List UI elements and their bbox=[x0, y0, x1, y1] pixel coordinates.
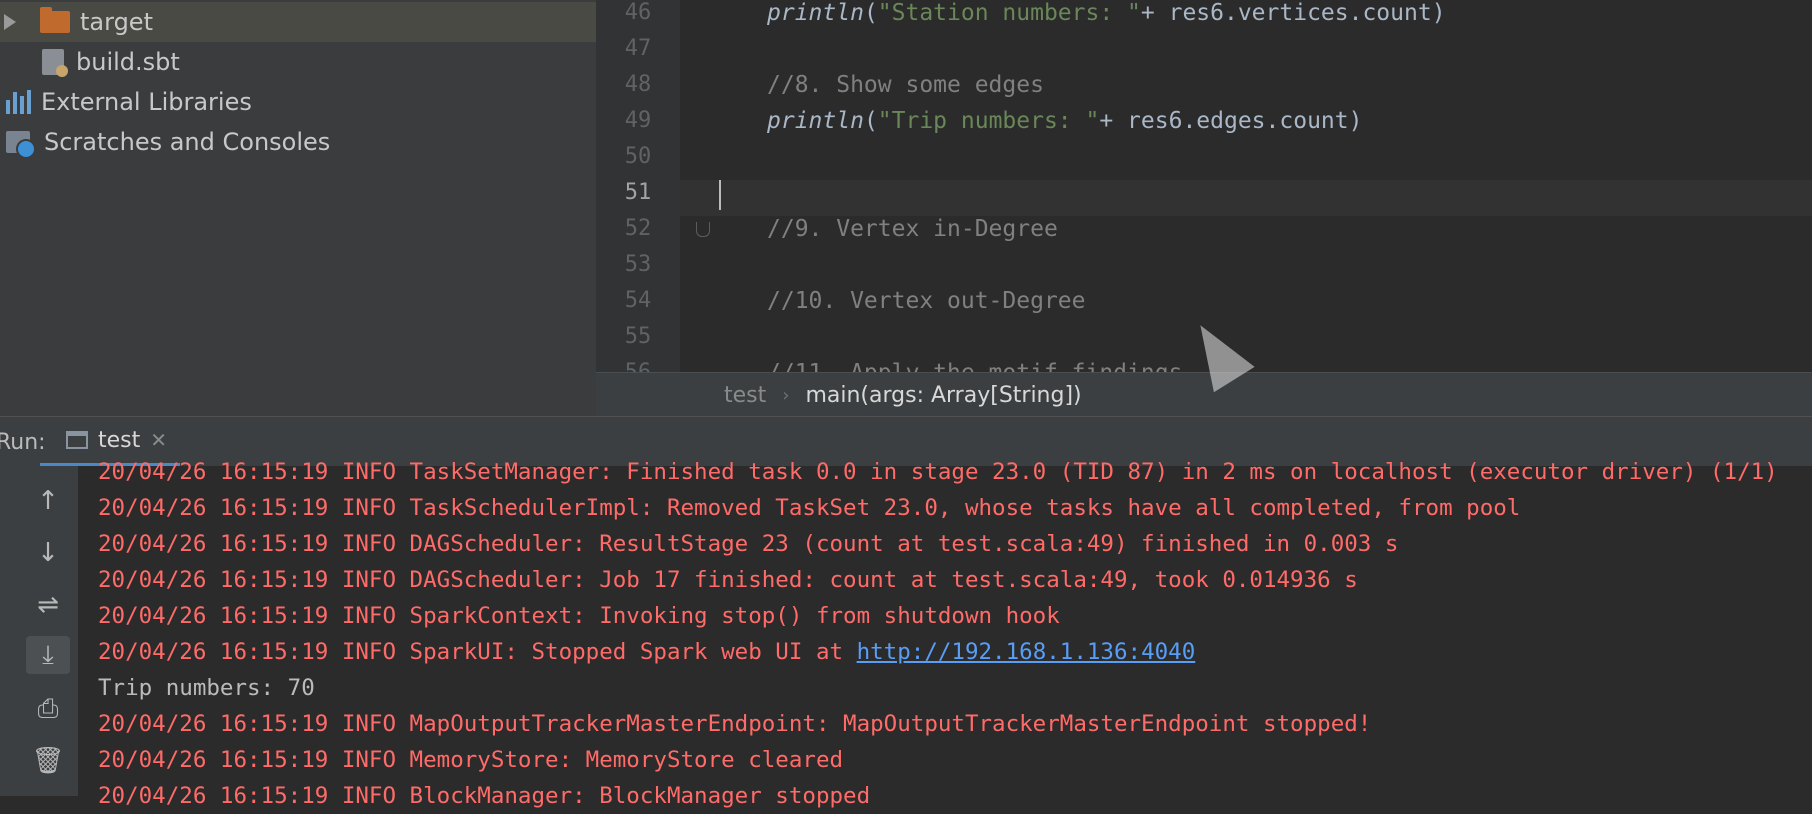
trash-icon[interactable]: 🗑 bbox=[26, 742, 70, 780]
editor-gutter: 4647484950515253545556 bbox=[596, 0, 710, 385]
text-caret bbox=[719, 180, 721, 210]
sbt-file-icon bbox=[42, 49, 68, 77]
code-line[interactable] bbox=[680, 36, 1812, 72]
close-icon[interactable]: ✕ bbox=[150, 428, 167, 452]
console-line: 20/04/26 16:15:19 INFO MapOutputTrackerM… bbox=[98, 706, 1812, 742]
code-editor[interactable]: 4647484950515253545556 println("Station … bbox=[596, 0, 1812, 386]
console-line: Trip numbers: 70 bbox=[98, 670, 1812, 706]
console-text: 20/04/26 16:15:19 INFO DAGScheduler: Job… bbox=[98, 567, 1358, 593]
console-text: 20/04/26 16:15:19 INFO TaskSchedulerImpl… bbox=[98, 495, 1521, 521]
project-tree-panel: target build.sbt External Libraries Scra… bbox=[0, 0, 596, 416]
line-number: 50 bbox=[624, 144, 652, 169]
up-arrow-icon[interactable]: ↑ bbox=[26, 482, 70, 520]
console-text: 20/04/26 16:15:19 INFO MapOutputTrackerM… bbox=[98, 711, 1372, 737]
console-line: 20/04/26 16:15:19 INFO MemoryStore: Memo… bbox=[98, 742, 1812, 778]
console-line: 20/04/26 16:15:19 INFO SparkContext: Inv… bbox=[98, 598, 1812, 634]
console-toolbar: ↑ ↓ ⇌ ⤓ ⎙ 🗑 bbox=[0, 466, 78, 796]
tree-item-external-libraries[interactable]: External Libraries bbox=[0, 82, 252, 122]
string-literal: "Station numbers: " bbox=[877, 0, 1141, 26]
console-text: 20/04/26 16:15:19 INFO BlockManager: Blo… bbox=[98, 783, 871, 809]
function-name: println bbox=[767, 108, 864, 134]
console-text: 20/04/26 16:15:19 INFO SparkContext: Inv… bbox=[98, 603, 1060, 629]
line-number: 48 bbox=[624, 72, 652, 97]
paren: ( bbox=[863, 0, 878, 26]
line-number: 52 bbox=[624, 216, 652, 241]
tree-item-label: Scratches and Consoles bbox=[44, 128, 331, 156]
console-text: 20/04/26 16:15:19 INFO DAGScheduler: Res… bbox=[98, 531, 1399, 557]
code-line[interactable]: println("Station numbers: "+ res6.vertic… bbox=[680, 0, 1812, 36]
code-area[interactable]: println("Station numbers: "+ res6.vertic… bbox=[680, 0, 1812, 396]
tree-item-label: External Libraries bbox=[41, 88, 252, 116]
function-name: println bbox=[767, 0, 864, 26]
breadcrumb: test › main(args: Array[String]) bbox=[596, 372, 1812, 417]
string-literal: "Trip numbers: " bbox=[877, 108, 1100, 134]
scratches-icon bbox=[6, 131, 36, 159]
breadcrumb-method[interactable]: main(args: Array[String]) bbox=[805, 383, 1081, 408]
breadcrumb-file[interactable]: test bbox=[724, 383, 766, 408]
line-number: 47 bbox=[624, 36, 652, 61]
tree-item-build-sbt[interactable]: build.sbt bbox=[42, 42, 180, 82]
console-text: 20/04/26 16:15:19 INFO SparkUI: Stopped … bbox=[98, 639, 857, 665]
line-number: 46 bbox=[624, 0, 652, 25]
paren: ( bbox=[863, 108, 878, 134]
console-line: 20/04/26 16:15:19 INFO SparkUI: Stopped … bbox=[98, 634, 1812, 670]
code-line[interactable] bbox=[680, 180, 1812, 216]
breadcrumb-separator: › bbox=[782, 384, 790, 406]
code-line[interactable]: //9. Vertex in-Degree bbox=[680, 216, 1812, 252]
run-label: Run: bbox=[0, 429, 46, 455]
console-output[interactable]: 20/04/26 16:15:19 INFO TaskSetManager: F… bbox=[98, 454, 1812, 814]
code-rest: + res6.vertices.count) bbox=[1140, 0, 1446, 26]
print-icon[interactable]: ⎙ bbox=[26, 690, 70, 728]
folder-icon bbox=[40, 7, 70, 33]
tree-item-label: build.sbt bbox=[76, 48, 180, 76]
console-text: 20/04/26 16:15:19 INFO MemoryStore: Memo… bbox=[98, 747, 844, 773]
tree-item-target[interactable]: target bbox=[0, 2, 596, 42]
tree-item-label: target bbox=[80, 8, 153, 36]
console-line: 20/04/26 16:15:19 INFO DAGScheduler: Job… bbox=[98, 562, 1812, 598]
console-line: 20/04/26 16:15:19 INFO DAGScheduler: Res… bbox=[98, 526, 1812, 562]
code-line[interactable] bbox=[680, 144, 1812, 180]
console-line: 20/04/26 16:15:19 INFO TaskSetManager: F… bbox=[98, 454, 1812, 490]
code-comment: //10. Vertex out-Degree bbox=[767, 288, 1086, 314]
scroll-to-end-icon[interactable]: ⤓ bbox=[26, 636, 70, 674]
code-line[interactable]: println("Trip numbers: "+ res6.edges.cou… bbox=[680, 108, 1812, 144]
line-number: 54 bbox=[624, 288, 652, 313]
console-link[interactable]: http://192.168.1.136:4040 bbox=[857, 639, 1196, 665]
code-line[interactable]: //10. Vertex out-Degree bbox=[680, 288, 1812, 324]
console-icon bbox=[66, 431, 88, 449]
code-line[interactable] bbox=[680, 252, 1812, 288]
down-arrow-icon[interactable]: ↓ bbox=[26, 534, 70, 572]
soft-wrap-icon[interactable]: ⇌ bbox=[26, 586, 70, 624]
code-comment: //8. Show some edges bbox=[767, 72, 1044, 98]
console-text: Trip numbers: 70 bbox=[98, 675, 315, 701]
console-text: 20/04/26 16:15:19 INFO TaskSetManager: F… bbox=[98, 459, 1778, 485]
tree-item-scratches[interactable]: Scratches and Consoles bbox=[0, 122, 330, 162]
line-number: 51 bbox=[624, 180, 652, 205]
code-line[interactable]: //8. Show some edges bbox=[680, 72, 1812, 108]
line-number: 55 bbox=[624, 324, 652, 349]
code-rest: + res6.edges.count) bbox=[1099, 108, 1363, 134]
console-panel: ↑ ↓ ⇌ ⤓ ⎙ 🗑 20/04/26 16:15:19 INFO TaskS… bbox=[0, 459, 1812, 809]
line-numbers: 4647484950515253545556 bbox=[596, 0, 680, 396]
expand-arrow-icon[interactable] bbox=[4, 14, 16, 30]
console-line: 20/04/26 16:15:19 INFO TaskSchedulerImpl… bbox=[98, 490, 1812, 526]
console-line: 20/04/26 16:15:19 INFO BlockManager: Blo… bbox=[98, 778, 1812, 814]
run-tab-label: test bbox=[98, 427, 141, 453]
libraries-icon bbox=[6, 90, 31, 114]
line-number: 53 bbox=[624, 252, 652, 277]
line-number: 49 bbox=[624, 108, 652, 133]
code-comment: //9. Vertex in-Degree bbox=[767, 216, 1058, 242]
